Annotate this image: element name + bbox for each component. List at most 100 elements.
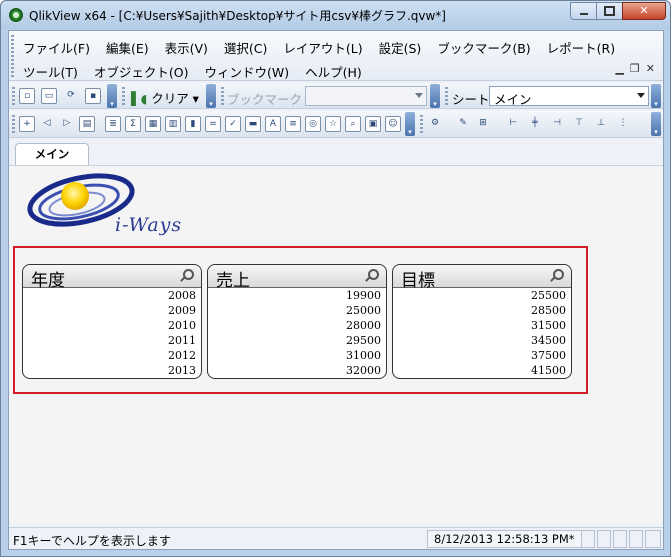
listbox-year[interactable]: 年度 2008 2009 2010 2011 2012 2013 — [22, 264, 202, 379]
toolbar-overflow-button[interactable]: ▾ — [430, 84, 440, 108]
list-item[interactable]: 32000 — [208, 363, 381, 378]
list-item[interactable]: 29500 — [208, 333, 381, 348]
text-object-icon[interactable]: A — [265, 116, 281, 132]
distribute-icon[interactable]: ⋮ — [615, 116, 631, 132]
table-box-icon[interactable]: ▦ — [145, 116, 161, 132]
align-top-icon[interactable]: ⊤ — [571, 116, 587, 132]
list-item[interactable]: 2010 — [23, 318, 196, 333]
listbox-header[interactable]: 年度 — [23, 265, 201, 291]
save-icon[interactable]: ▪ — [85, 88, 101, 104]
listbox-target[interactable]: 目標 25500 28500 31500 34500 37500 41500 — [392, 264, 572, 379]
format-painter-icon[interactable]: ✎ — [455, 116, 471, 132]
custom-object-icon[interactable]: ☺ — [385, 116, 401, 132]
menu-view[interactable]: 表示(V) — [165, 38, 208, 57]
menu-grip[interactable] — [11, 35, 14, 77]
maximize-button[interactable] — [596, 2, 623, 20]
list-item[interactable]: 25000 — [208, 303, 381, 318]
status-pane — [581, 530, 595, 548]
list-item[interactable]: 41500 — [393, 363, 566, 378]
list-item[interactable]: 28500 — [393, 303, 566, 318]
align-center-icon[interactable]: ╪ — [527, 116, 543, 132]
search-icon[interactable] — [183, 269, 194, 280]
list-item[interactable]: 28000 — [208, 318, 381, 333]
toolbar-grip[interactable] — [420, 115, 423, 133]
listbox-sales[interactable]: 売上 19900 25000 28000 29500 31000 32000 — [207, 264, 387, 379]
menu-bookmarks[interactable]: ブックマーク(B) — [437, 38, 530, 57]
mdi-minimize-icon[interactable]: ▁ — [615, 62, 623, 75]
button-object-icon[interactable]: ▬ — [245, 116, 261, 132]
title-bar[interactable]: QlikView x64 - [C:¥Users¥Sajith¥Desktop¥… — [1, 1, 670, 29]
align-right-icon[interactable]: ⊣ — [549, 116, 565, 132]
listbox-header[interactable]: 目標 — [393, 265, 571, 291]
move-left-icon[interactable]: ◁ — [39, 116, 55, 132]
move-right-icon[interactable]: ▷ — [59, 116, 75, 132]
new-document-icon[interactable]: ▫ — [19, 88, 35, 104]
mdi-close-icon[interactable]: ✕ — [646, 62, 655, 75]
search-object-icon[interactable]: ⌕ — [345, 116, 361, 132]
list-item[interactable]: 34500 — [393, 333, 566, 348]
open-folder-icon[interactable]: ▭ — [41, 88, 57, 104]
listbox-header[interactable]: 売上 — [208, 265, 386, 291]
menu-tools[interactable]: ツール(T) — [23, 62, 78, 81]
minimize-button[interactable] — [570, 2, 597, 20]
list-item[interactable]: 31500 — [393, 318, 566, 333]
status-pane — [597, 530, 611, 548]
main-toolbar: ▫ ▭ ⟳ ▪ ▾ ▌◖ クリア ▾ ▾ ブックマーク ▾ シート メイン ▾ — [9, 83, 663, 109]
menu-settings[interactable]: 設定(S) — [379, 38, 422, 57]
toolbar-overflow-button[interactable]: ▾ — [651, 112, 661, 136]
toolbar-overflow-button[interactable]: ▾ — [651, 84, 661, 108]
list-item[interactable]: 31000 — [208, 348, 381, 363]
menu-object[interactable]: オブジェクト(O) — [94, 62, 189, 81]
menu-layout[interactable]: レイアウト(L) — [283, 38, 362, 57]
list-item[interactable]: 2009 — [23, 303, 196, 318]
list-item[interactable]: 2011 — [23, 333, 196, 348]
search-icon[interactable] — [368, 269, 379, 280]
align-left-icon[interactable]: ⊢ — [505, 116, 521, 132]
toolbar-overflow-button[interactable]: ▾ — [405, 112, 415, 136]
toolbar-grip[interactable] — [122, 87, 125, 105]
tab-main[interactable]: メイン — [15, 143, 89, 165]
list-item[interactable]: 37500 — [393, 348, 566, 363]
menu-help[interactable]: ヘルプ(H) — [305, 62, 362, 81]
qlikview-app-icon[interactable] — [9, 8, 23, 22]
current-selections-icon[interactable]: ✓ — [225, 116, 241, 132]
line-arrow-icon[interactable]: ≡ — [285, 116, 301, 132]
menu-reports[interactable]: レポート(R) — [547, 38, 615, 57]
sheet-dropdown[interactable]: メイン — [489, 86, 649, 107]
menu-window[interactable]: ウィンドウ(W) — [204, 62, 289, 81]
close-button[interactable]: ✕ — [622, 2, 666, 20]
sheet-properties-icon[interactable]: ▤ — [79, 116, 95, 132]
toolbar-grip[interactable] — [445, 87, 448, 105]
toolbar-overflow-button[interactable]: ▾ — [107, 84, 117, 108]
chart-icon[interactable]: ▮ — [185, 116, 201, 132]
toolbar-overflow-button[interactable]: ▾ — [206, 84, 216, 108]
align-bottom-icon[interactable]: ⊥ — [593, 116, 609, 132]
resize-grip-icon[interactable] — [645, 530, 661, 548]
snap-grid-icon[interactable]: ⊞ — [475, 116, 491, 132]
toolbar-grip[interactable] — [221, 87, 224, 105]
status-pane — [629, 530, 643, 548]
menu-file[interactable]: ファイル(F) — [23, 38, 90, 57]
list-item[interactable]: 2013 — [23, 363, 196, 378]
bookmark-object-icon[interactable]: ☆ — [325, 116, 341, 132]
toolbar-grip[interactable] — [12, 115, 15, 133]
list-item[interactable]: 2012 — [23, 348, 196, 363]
menu-select[interactable]: 選択(C) — [224, 38, 267, 57]
reload-icon[interactable]: ⟳ — [63, 88, 79, 104]
menu-edit[interactable]: 編集(E) — [106, 38, 149, 57]
bookmark-dropdown[interactable] — [305, 86, 427, 106]
listbox-title: 年度 — [31, 271, 65, 291]
mdi-restore-icon[interactable]: ❐ — [630, 62, 640, 75]
multibox-icon[interactable]: ▥ — [165, 116, 181, 132]
clear-button[interactable]: ▌◖ クリア ▾ — [131, 88, 199, 107]
toolbar-grip[interactable] — [12, 87, 15, 105]
input-box-icon[interactable]: = — [205, 116, 221, 132]
listbox-icon[interactable]: ≣ — [105, 116, 121, 132]
slider-icon[interactable]: ◎ — [305, 116, 321, 132]
add-sheet-icon[interactable]: + — [19, 116, 35, 132]
mdi-controls: ▁ ❐ ✕ — [615, 62, 655, 75]
properties-icon[interactable]: ⚙ — [427, 116, 443, 132]
search-icon[interactable] — [553, 269, 564, 280]
statistics-box-icon[interactable]: Σ — [125, 116, 141, 132]
container-icon[interactable]: ▣ — [365, 116, 381, 132]
